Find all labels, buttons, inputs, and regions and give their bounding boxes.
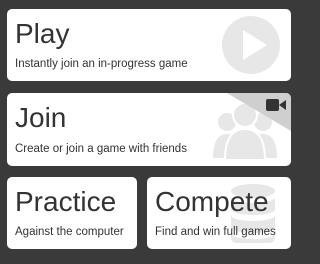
play-card[interactable]: Play Instantly join an in-progress game — [7, 9, 291, 81]
practice-title: Practice — [15, 186, 117, 217]
compete-description: Find and win full games — [155, 226, 276, 238]
join-description: Create or join a game with friends — [15, 143, 187, 155]
play-description: Instantly join an in-progress game — [15, 58, 188, 70]
practice-description: Against the computer — [15, 226, 124, 238]
join-card[interactable]: Join Create or join a game with friends — [7, 93, 291, 166]
compete-card[interactable]: Compete Find and win full games — [147, 177, 291, 249]
play-circle-icon — [222, 16, 280, 74]
join-title: Join — [15, 102, 67, 133]
compete-title: Compete — [155, 186, 269, 217]
video-camera-icon — [266, 99, 286, 111]
practice-card[interactable]: Practice Against the computer — [7, 177, 137, 249]
play-title: Play — [15, 18, 70, 49]
